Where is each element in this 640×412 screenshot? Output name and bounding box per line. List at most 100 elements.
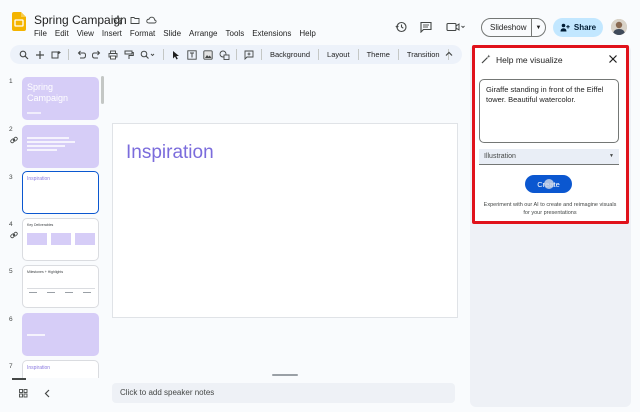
new-slide-icon[interactable] xyxy=(34,49,46,61)
share-button[interactable]: Share xyxy=(553,18,603,37)
slide-number: 2 xyxy=(9,126,13,133)
help-me-visualize-panel: Help me visualize Giraffe standing in fr… xyxy=(472,45,629,224)
version-history-icon[interactable] xyxy=(391,17,411,37)
toolbar-divider xyxy=(318,49,320,60)
filmstrip: 1 Spring Campaign 2 3 Inspiration 4 Key … xyxy=(0,70,104,378)
layout-button[interactable]: Layout xyxy=(323,50,354,59)
menu-slide[interactable]: Slide xyxy=(159,29,185,38)
toolbar-divider xyxy=(236,49,237,60)
toolbar-divider xyxy=(357,49,359,60)
mouse-cursor-indicator xyxy=(544,179,554,189)
add-comment-icon[interactable] xyxy=(243,49,255,61)
thumb-title: Inspiration xyxy=(27,365,51,371)
slideshow-dropdown-icon[interactable]: ▼ xyxy=(532,25,545,31)
slide-thumbnail-2[interactable] xyxy=(22,125,99,168)
slide-thumbnail-7[interactable]: Inspiration xyxy=(22,360,99,378)
thumb-line xyxy=(27,288,95,289)
menubar: File Edit View Insert Format Slide Arran… xyxy=(30,29,320,38)
prompt-input[interactable]: Giraffe standing in front of the Eiffel … xyxy=(479,79,619,143)
speaker-notes[interactable]: Click to add speaker notes xyxy=(112,383,455,403)
toolbar: Background Layout Theme Transition xyxy=(10,45,462,64)
slide-number: 3 xyxy=(9,174,13,181)
menu-insert[interactable]: Insert xyxy=(98,29,126,38)
thumb-line xyxy=(65,292,73,293)
text-box-icon[interactable] xyxy=(186,49,198,61)
panel-disclaimer: Experiment with our AI to create and rei… xyxy=(483,202,617,216)
print-icon[interactable] xyxy=(107,49,119,61)
menu-help[interactable]: Help xyxy=(295,29,319,38)
thumb-line xyxy=(27,334,45,336)
comments-icon[interactable] xyxy=(416,17,436,37)
thumb-card xyxy=(51,233,71,245)
toolbar-divider xyxy=(163,49,164,60)
toolbar-divider xyxy=(68,49,69,60)
style-dropdown[interactable]: Illustration ▼ xyxy=(479,149,619,165)
menu-edit[interactable]: Edit xyxy=(51,29,73,38)
shape-icon[interactable] xyxy=(218,49,230,61)
grid-view-icon[interactable] xyxy=(19,389,28,398)
paint-format-icon[interactable] xyxy=(123,49,135,61)
title-icons xyxy=(112,14,157,25)
collapse-toolbar-icon[interactable] xyxy=(444,49,454,59)
slideshow-label: Slideshow xyxy=(482,19,532,36)
slide-thumbnail-6[interactable] xyxy=(22,313,99,356)
background-button[interactable]: Background xyxy=(266,50,314,59)
app-window: Spring Campaign File Edit View Insert Fo… xyxy=(0,0,640,412)
avatar[interactable] xyxy=(611,19,627,35)
move-folder-icon[interactable] xyxy=(129,14,140,25)
notes-resize-handle[interactable] xyxy=(272,374,298,376)
insert-image-icon[interactable] xyxy=(202,49,214,61)
collapse-filmstrip-icon[interactable] xyxy=(44,389,51,398)
link-icon xyxy=(10,136,18,144)
slide-thumbnail-5[interactable]: Milestones + Highlights xyxy=(22,265,99,308)
zoom-icon[interactable] xyxy=(139,49,157,61)
thumb-line xyxy=(27,149,57,151)
panel-title: Help me visualize xyxy=(496,55,563,65)
thumb-line xyxy=(47,292,55,293)
meet-icon[interactable] xyxy=(443,17,469,37)
filmstrip-footer xyxy=(0,380,104,406)
thumb-card xyxy=(27,233,47,245)
chevron-down-icon: ▼ xyxy=(609,153,614,159)
toolbar-divider xyxy=(397,49,399,60)
slide-number: 6 xyxy=(9,316,13,323)
thumb-line xyxy=(27,141,75,143)
style-dropdown-value: Illustration xyxy=(484,153,516,160)
filmstrip-scrollbar[interactable] xyxy=(101,76,104,104)
slideshow-button[interactable]: Slideshow ▼ xyxy=(481,18,546,37)
new-slide-layout-icon[interactable] xyxy=(50,49,62,61)
slide-number: 1 xyxy=(9,78,13,85)
menu-tools[interactable]: Tools xyxy=(222,29,249,38)
thumb-line xyxy=(29,292,37,293)
share-label: Share xyxy=(573,23,597,32)
slide-number: 7 xyxy=(9,363,13,370)
slide-canvas[interactable]: Inspiration xyxy=(112,123,458,318)
theme-button[interactable]: Theme xyxy=(363,50,394,59)
search-menus-icon[interactable] xyxy=(18,49,30,61)
menu-extensions[interactable]: Extensions xyxy=(248,29,295,38)
transition-button[interactable]: Transition xyxy=(403,50,444,59)
menu-view[interactable]: View xyxy=(73,29,98,38)
star-icon[interactable] xyxy=(112,14,123,25)
thumb-line xyxy=(83,292,91,293)
magic-wand-icon xyxy=(481,54,491,64)
toolbar-divider xyxy=(261,49,262,60)
slide-title[interactable]: Inspiration xyxy=(126,142,214,164)
thumb-line xyxy=(27,137,69,139)
menu-file[interactable]: File xyxy=(30,29,51,38)
close-icon[interactable] xyxy=(608,54,618,64)
redo-icon[interactable] xyxy=(91,49,103,61)
menu-format[interactable]: Format xyxy=(126,29,159,38)
slide-thumbnail-4[interactable]: Key Deliverables xyxy=(22,218,99,261)
slide-thumbnail-3[interactable]: Inspiration xyxy=(22,171,99,214)
select-cursor-icon[interactable] xyxy=(170,49,182,61)
undo-icon[interactable] xyxy=(75,49,87,61)
add-person-icon xyxy=(560,23,570,32)
slides-logo-icon[interactable] xyxy=(12,12,26,31)
cloud-saved-icon[interactable] xyxy=(146,14,157,25)
menu-arrange[interactable]: Arrange xyxy=(185,29,221,38)
slide-number: 5 xyxy=(9,268,13,275)
thumb-title: Key Deliverables xyxy=(27,223,54,227)
slide-thumbnail-1[interactable]: Spring Campaign xyxy=(22,77,99,120)
slide-number: 4 xyxy=(9,221,13,228)
